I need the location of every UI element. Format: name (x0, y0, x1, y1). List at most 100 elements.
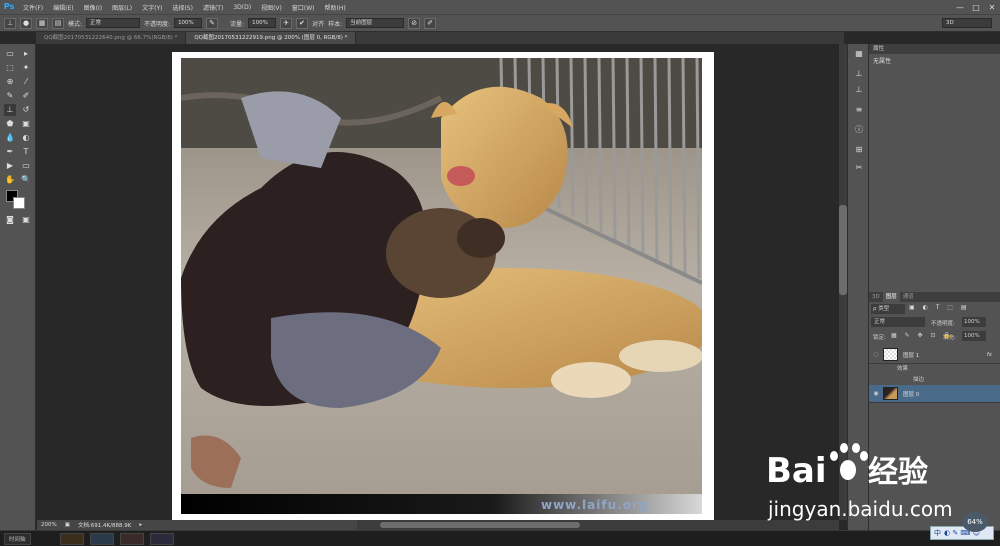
screen-mode-icon[interactable]: ▣ (20, 214, 32, 226)
ime-mode[interactable]: 中 (934, 528, 941, 538)
watermark-text: www.laifu.org (541, 498, 648, 512)
clone-stamp-tool-icon[interactable]: ⊥ (4, 104, 16, 116)
properties-header[interactable]: 属性 (869, 44, 1000, 54)
taskbar-item[interactable] (120, 533, 144, 545)
layer-opacity-label: 不透明度: (931, 321, 955, 327)
eraser-tool-icon[interactable]: ⬟ (4, 118, 16, 130)
layer-row-1[interactable]: ◌ 图层 1 fx (869, 346, 1000, 364)
workspace-select[interactable]: 3D (942, 18, 992, 28)
history-brush-icon[interactable]: ↺ (20, 104, 32, 116)
fx-icon[interactable]: fx (987, 352, 992, 358)
tab-document-1[interactable]: QQ截图20170531222640.png @ 66.7%(RGB/8) * (36, 32, 187, 44)
menu-3d[interactable]: 3D(D) (228, 4, 256, 11)
tab-document-2[interactable]: QQ截图20170531222919.png @ 200% (图层 0, RGB… (186, 32, 357, 44)
visibility-icon[interactable]: ◉ (869, 390, 883, 397)
tools-presets-icon[interactable]: ✂ (853, 162, 865, 174)
info-panel-icon[interactable]: ⓘ (853, 124, 865, 136)
ignore-adjustment-icon[interactable]: ⊘ (408, 17, 421, 29)
status-icon[interactable]: ▣ (65, 522, 70, 528)
menu-file[interactable]: 文件(F) (18, 3, 48, 12)
minimize-button[interactable]: — (952, 3, 968, 12)
document-canvas[interactable]: www.laifu.org (172, 52, 714, 520)
shape-tool-icon[interactable]: ▭ (20, 160, 32, 172)
opacity-select[interactable]: 100% (174, 18, 203, 28)
baidu-url-text: jingyan.baidu.com (767, 497, 953, 521)
horizontal-scroll-thumb[interactable] (380, 522, 580, 528)
menu-help[interactable]: 帮助(H) (320, 3, 351, 12)
clone-source-panel-icon[interactable]: ⊥ (853, 84, 865, 96)
timeline-tab[interactable]: 时间轴 (4, 533, 31, 545)
dodge-tool-icon[interactable]: ◐ (20, 132, 32, 144)
visibility-icon[interactable]: ◌ (869, 351, 883, 358)
airbrush-icon[interactable]: ✈ (280, 17, 293, 29)
move-tool-icon[interactable]: ▸ (20, 48, 32, 60)
close-button[interactable]: ✕ (984, 3, 1000, 12)
vertical-scroll-thumb[interactable] (839, 205, 847, 295)
brush-tool-icon[interactable]: ✐ (20, 90, 32, 102)
flow-select[interactable]: 100% (248, 18, 277, 28)
tab-3d[interactable]: 3D (869, 292, 883, 302)
layer-filter-icons[interactable]: ▣ ◐ T ⬚ ▤ (909, 304, 970, 311)
lasso-tool-icon[interactable]: ⬚ (4, 62, 16, 74)
taskbar-item[interactable] (60, 533, 84, 545)
properties-panel-icon[interactable]: ⊞ (853, 144, 865, 156)
history-panel-icon[interactable]: ▦ (853, 48, 865, 60)
menu-select[interactable]: 选择(S) (167, 3, 198, 12)
lock-label: 锁定: (873, 335, 886, 341)
brush-panel-icon[interactable]: ⊥ (853, 68, 865, 80)
brush-panel-icon[interactable]: ▦ (36, 17, 48, 29)
align-checkbox[interactable]: ✔ (296, 17, 309, 29)
menu-type[interactable]: 文字(Y) (137, 3, 167, 12)
eyedropper-tool-icon[interactable]: ⁄ (20, 76, 32, 88)
menu-image[interactable]: 图像(I) (79, 3, 107, 12)
canvas-area[interactable]: www.laifu.org (37, 44, 839, 520)
taskbar-item[interactable] (150, 533, 174, 545)
menu-view[interactable]: 视图(V) (256, 3, 287, 12)
type-tool-icon[interactable]: T (20, 146, 32, 158)
adjustments-panel-icon[interactable]: ≡ (853, 104, 865, 116)
healing-brush-icon[interactable]: ✎ (4, 90, 16, 102)
layer-opacity-input[interactable]: 100% (962, 317, 986, 327)
tab-layers[interactable]: 图层 (882, 292, 900, 302)
mode-label: 模式: (68, 20, 83, 28)
jingyan-text: 经验 (868, 455, 928, 490)
gradient-tool-icon[interactable]: ▣ (20, 118, 32, 130)
menu-layer[interactable]: 图层(L) (107, 3, 137, 12)
menu-filter[interactable]: 滤镜(T) (198, 3, 228, 12)
pressure-size-icon[interactable]: ✐ (424, 17, 437, 29)
layer-name[interactable]: 图层 0 (903, 390, 919, 398)
brush-size-icon[interactable]: ● (20, 17, 32, 29)
crop-tool-icon[interactable]: ⊕ (4, 76, 16, 88)
background-color-swatch[interactable] (13, 197, 25, 209)
sample-select[interactable]: 当前图层 (346, 18, 405, 28)
zoom-tool-icon[interactable]: 🔍 (20, 174, 32, 186)
document-size[interactable]: 文档:691.4K/888.9K (78, 521, 131, 529)
zoom-level[interactable]: 200% (41, 522, 57, 528)
mode-select[interactable]: 正常 (86, 18, 141, 28)
taskbar-item[interactable] (90, 533, 114, 545)
blur-tool-icon[interactable]: 💧 (4, 132, 16, 144)
quick-mask-icon[interactable]: ◙ (4, 214, 16, 226)
ime-percent-badge[interactable]: 64% (962, 512, 988, 532)
hand-tool-icon[interactable]: ✋ (4, 174, 16, 186)
clone-stamp-preset-icon[interactable]: ⊥ (4, 17, 16, 29)
maximize-button[interactable]: □ (968, 3, 984, 12)
marquee-tool-icon[interactable]: ▭ (4, 48, 16, 60)
layer-kind-filter[interactable]: ρ 类型 (871, 304, 905, 314)
menu-window[interactable]: 窗口(W) (287, 3, 320, 12)
tab-channels[interactable]: 通道 (900, 292, 917, 302)
layer-name[interactable]: 图层 1 (903, 351, 919, 359)
pressure-opacity-icon[interactable]: ✎ (206, 17, 219, 29)
blend-mode-select[interactable]: 正常 (871, 317, 925, 327)
menu-edit[interactable]: 编辑(E) (48, 3, 78, 12)
clone-source-icon[interactable]: ▤ (52, 17, 64, 29)
pen-tool-icon[interactable]: ✒ (4, 146, 16, 158)
status-menu-icon[interactable]: ▸ (139, 522, 142, 528)
effects-label[interactable]: 效果 (897, 364, 908, 372)
layer-row-0[interactable]: ◉ 图层 0 (869, 385, 1000, 403)
fill-input[interactable]: 100% (962, 331, 986, 341)
stroke-effect-label[interactable]: 描边 (913, 375, 924, 383)
fill-label: 填充: (943, 335, 956, 341)
quick-select-tool-icon[interactable]: ✦ (20, 62, 32, 74)
path-select-tool-icon[interactable]: ▶ (4, 160, 16, 172)
